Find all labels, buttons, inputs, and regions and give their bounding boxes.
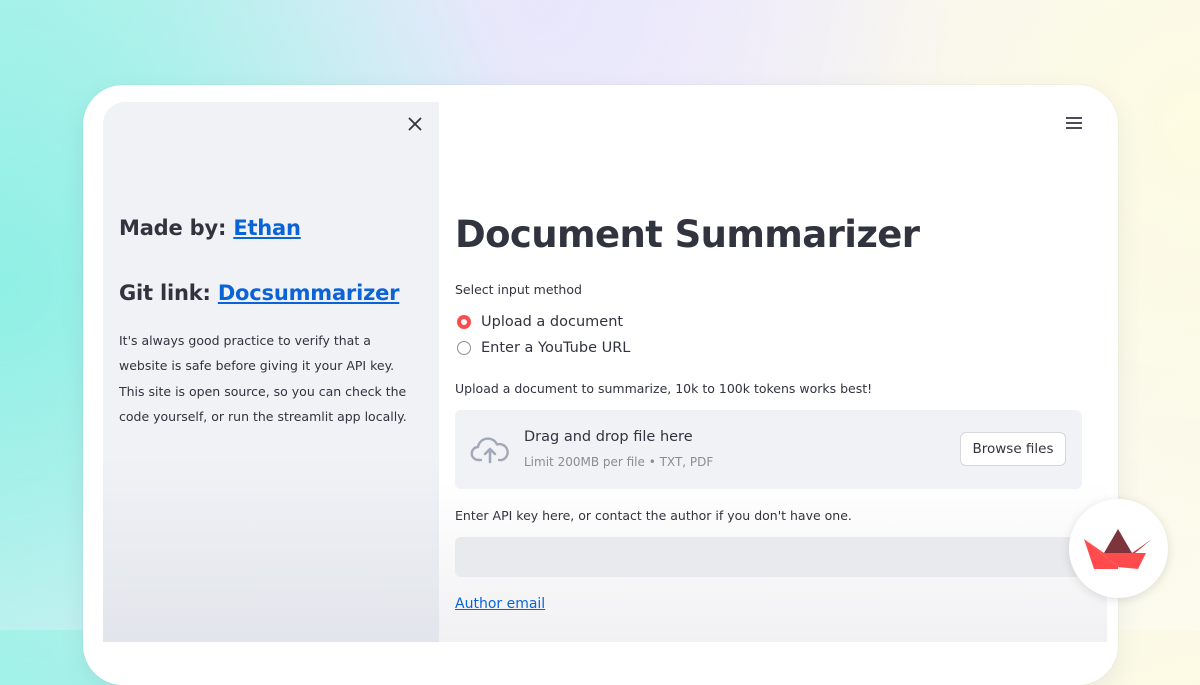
git-link-heading: Git link: Docsummarizer [119, 281, 399, 305]
radio-upload-document[interactable]: Upload a document [455, 314, 623, 330]
made-by-label: Made by: [119, 216, 227, 240]
repo-link[interactable]: Docsummarizer [218, 281, 400, 305]
git-link-label: Git link: [119, 281, 211, 305]
author-email-link[interactable]: Author email [455, 596, 545, 612]
dropzone-title: Drag and drop file here [524, 429, 693, 445]
main-menu-button[interactable] [1062, 113, 1086, 133]
dropzone-subtitle: Limit 200MB per file • TXT, PDF [524, 455, 714, 469]
radio-label: Upload a document [481, 314, 624, 330]
radio-youtube-url[interactable]: Enter a YouTube URL [455, 340, 630, 356]
input-method-label: Select input method [455, 282, 582, 297]
streamlit-logo [1084, 529, 1152, 569]
browse-files-button[interactable]: Browse files [960, 432, 1066, 466]
radio-label: Enter a YouTube URL [481, 340, 631, 356]
close-sidebar-button[interactable] [402, 111, 428, 137]
author-link[interactable]: Ethan [233, 216, 301, 240]
api-key-input[interactable] [455, 537, 1082, 577]
radio-unselected-indicator [457, 341, 471, 355]
upload-label: Upload a document to summarize, 10k to 1… [455, 381, 873, 396]
api-key-label: Enter API key here, or contact the autho… [455, 508, 852, 523]
page-title: Document Summarizer [455, 213, 920, 256]
radio-selected-indicator [457, 315, 471, 329]
hamburger-menu-icon [1066, 117, 1082, 129]
security-note: It's always good practice to verify that… [119, 333, 407, 424]
cloud-upload-icon [470, 437, 509, 464]
made-by-heading: Made by: Ethan [119, 216, 301, 240]
streamlit-logo-badge [1069, 499, 1168, 598]
close-icon [408, 117, 422, 131]
